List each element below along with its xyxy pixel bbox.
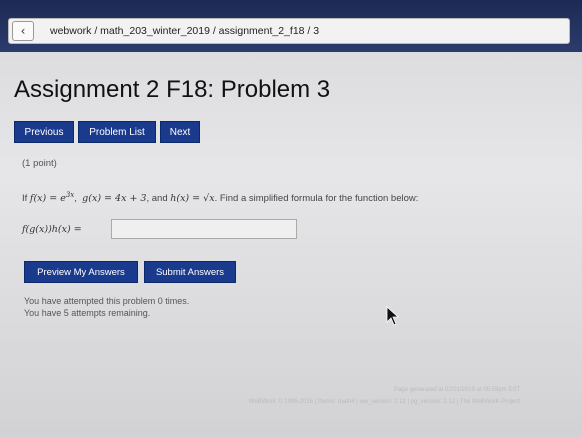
problem-statement: If f(x) = e3x, g(x) = 4x + 3, and h(x) =… (22, 191, 419, 205)
webwork-window: ‹ webwork / math_203_winter_2019 / assig… (0, 0, 582, 437)
problem-list-button[interactable]: Problem List (78, 121, 156, 143)
instruction-text: Find a simplified formula for the functi… (219, 193, 419, 205)
footer-generated: Page generated at 02/01/2019 at 05:59pm … (393, 387, 520, 393)
footer-credits: WeBWorK © 1996-2016 | theme: math4 | ww_… (248, 399, 520, 405)
mouse-cursor-icon (386, 306, 400, 326)
top-bar: ‹ webwork / math_203_winter_2019 / assig… (0, 0, 582, 52)
g-definition: g(x) = 4x + 3 (82, 193, 147, 205)
if-label: If (22, 193, 28, 205)
attempted-text: You have attempted this problem 0 times. (24, 296, 190, 306)
answer-label: f(g(x))h(x) = (22, 224, 82, 235)
f-definition-base: f(x) = e (29, 193, 66, 205)
page-title: Assignment 2 F18: Problem 3 (14, 76, 331, 103)
f-exponent: 3x (65, 191, 75, 199)
breadcrumb-bar: ‹ webwork / math_203_winter_2019 / assig… (8, 18, 570, 44)
points-label: (1 point) (22, 158, 57, 169)
page-footer: Page generated at 02/01/2019 at 05:59pm … (160, 384, 520, 408)
submit-answers-button[interactable]: Submit Answers (144, 261, 236, 283)
answer-input[interactable] (111, 219, 297, 239)
chevron-left-icon[interactable]: ‹ (12, 21, 34, 41)
h-definition: h(x) = √x (170, 193, 215, 205)
breadcrumb[interactable]: webwork / math_203_winter_2019 / assignm… (50, 25, 319, 37)
previous-button[interactable]: Previous (14, 121, 74, 143)
attempts-status: You have attempted this problem 0 times.… (24, 295, 189, 319)
next-button[interactable]: Next (160, 121, 200, 143)
preview-answers-button[interactable]: Preview My Answers (24, 261, 138, 283)
f-definition: f(x) = e3x (29, 191, 75, 205)
and-label: and (151, 193, 168, 205)
remaining-text: You have 5 attempts remaining. (24, 308, 151, 318)
